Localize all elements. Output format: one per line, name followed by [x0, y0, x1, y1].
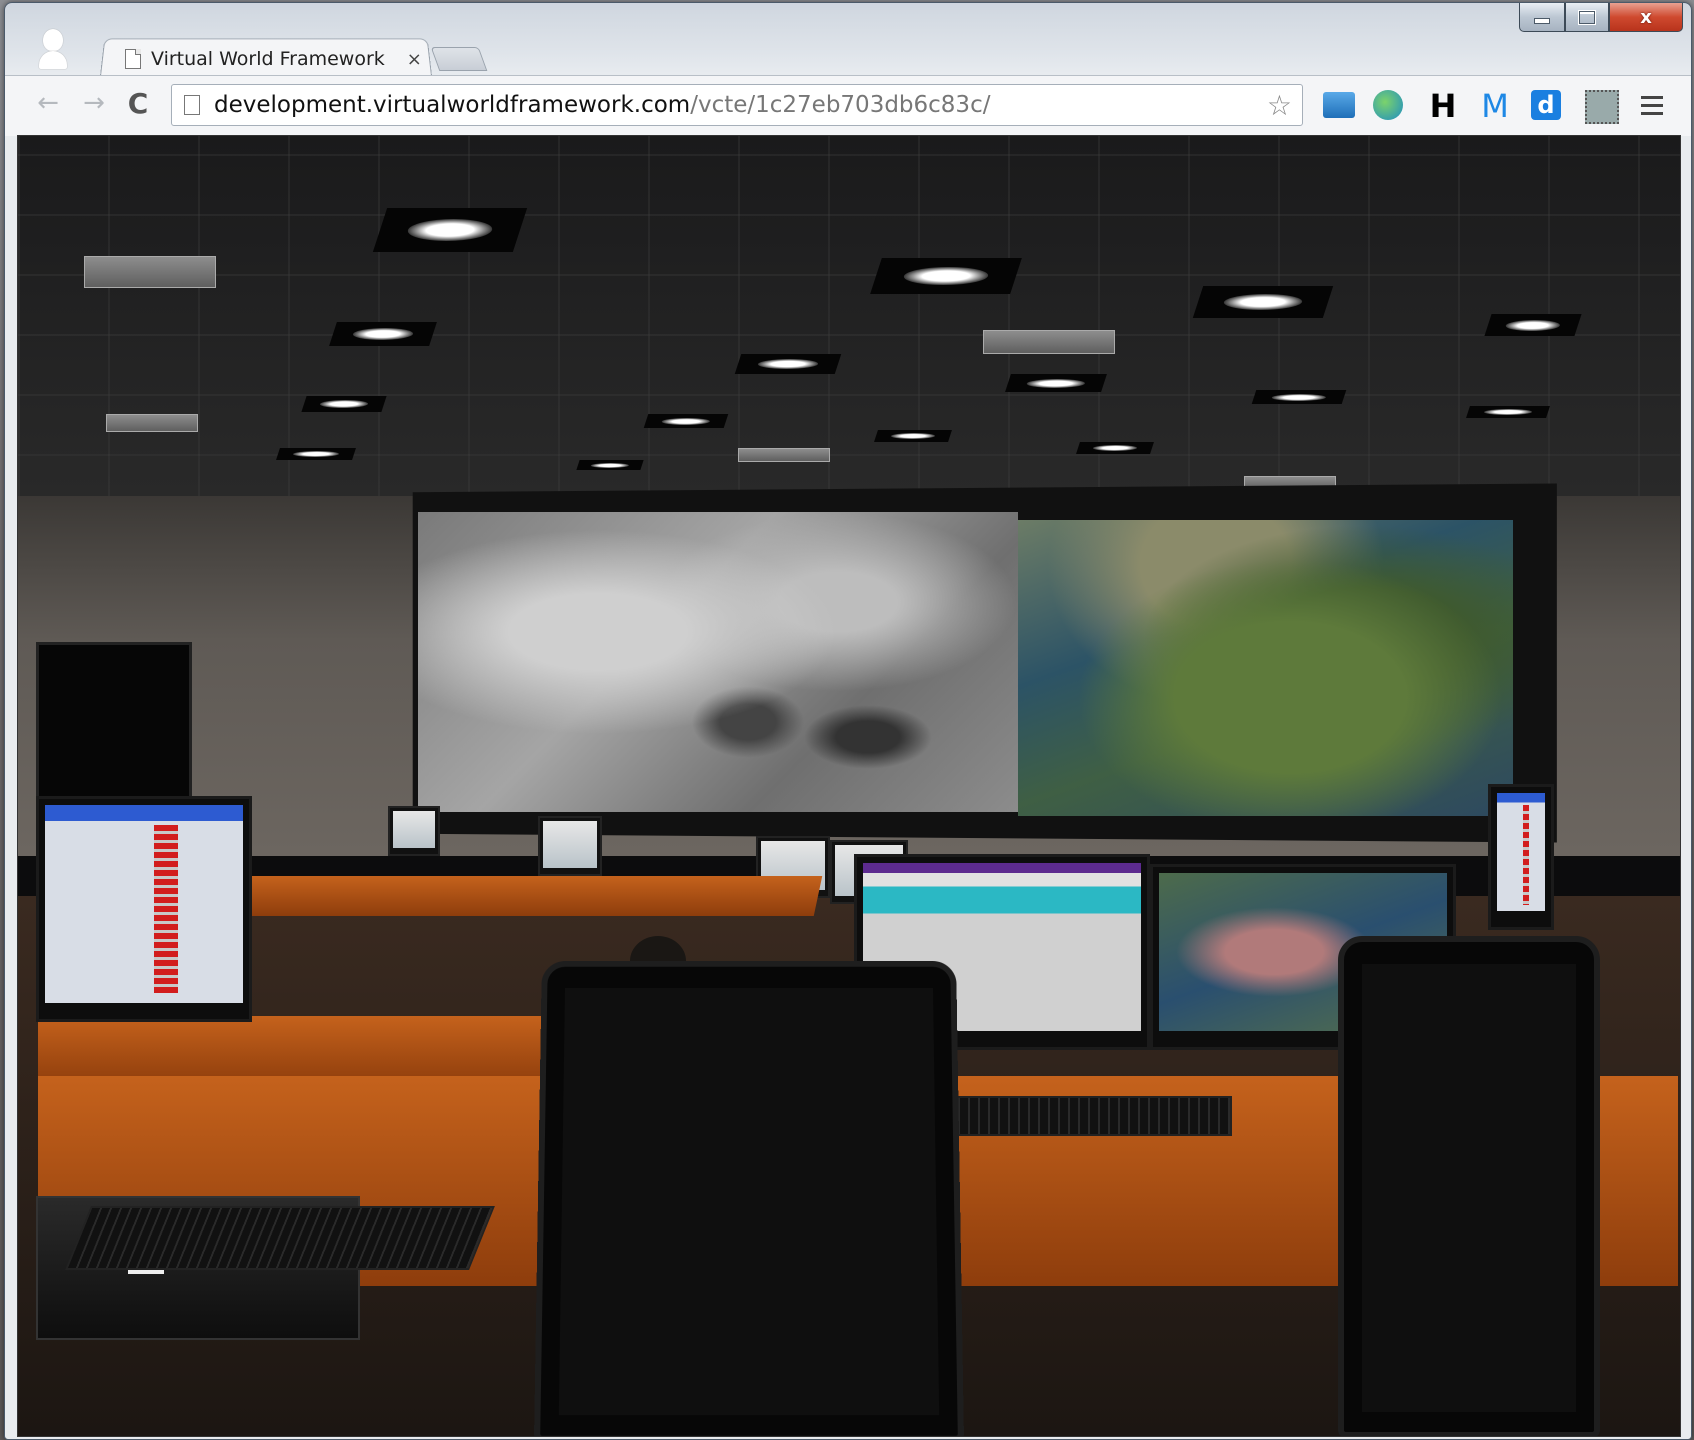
ceiling-light — [301, 396, 387, 412]
page-icon — [125, 49, 141, 69]
ceiling-vent — [983, 330, 1115, 354]
far-right-monitor — [1488, 784, 1554, 930]
ceiling-light — [329, 322, 437, 346]
close-window-button[interactable]: x — [1609, 3, 1683, 32]
ceiling-light — [1251, 390, 1347, 404]
url-path: /vcte/1c27eb703db6c83c/ — [690, 92, 991, 118]
ceiling-light — [1484, 314, 1582, 336]
forward-button[interactable]: → — [77, 88, 111, 118]
background-monitor — [538, 816, 602, 876]
d-extension-icon[interactable]: d — [1531, 90, 1561, 120]
reload-button[interactable]: C — [121, 86, 155, 120]
h-extension-icon[interactable]: H — [1425, 87, 1461, 125]
ceiling-light — [276, 448, 356, 460]
menu-icon[interactable] — [1641, 96, 1663, 120]
back-desk — [193, 876, 823, 916]
left-monitor — [36, 796, 252, 1022]
m-extension-icon[interactable]: M — [1477, 87, 1513, 125]
ceiling-light — [734, 354, 842, 374]
video-wall-grayscale-feed — [418, 512, 1018, 812]
background-monitor — [388, 806, 440, 856]
page-icon — [184, 95, 200, 115]
back-arrow-icon: ← — [37, 88, 59, 118]
tab-close-icon[interactable]: × — [407, 49, 422, 70]
ceiling-grid — [18, 136, 1680, 516]
keyboard — [65, 1206, 495, 1270]
ceiling-light — [1005, 374, 1107, 392]
close-icon: x — [1640, 6, 1652, 28]
evernote-extension-icon[interactable] — [1585, 90, 1619, 124]
ceiling-light — [576, 460, 644, 470]
ceiling-light — [870, 258, 1022, 294]
screenshot-extension-icon[interactable] — [1323, 92, 1355, 118]
globe-extension-icon[interactable] — [1373, 90, 1403, 120]
ceiling-vent — [84, 256, 216, 288]
office-chair-front — [533, 960, 965, 1436]
maximize-button[interactable] — [1565, 3, 1609, 32]
office-chair-right — [1338, 936, 1600, 1436]
ceiling-light — [643, 414, 729, 428]
reload-icon: C — [127, 86, 149, 120]
3d-scene-viewport[interactable] — [17, 135, 1681, 1437]
ceiling-light — [372, 208, 528, 252]
browser-toolbar: ← → C development.virtualworldframework.… — [5, 75, 1691, 136]
tab-content: Virtual World Framework × — [125, 43, 425, 75]
ceiling-vent — [738, 448, 830, 462]
tab-title: Virtual World Framework — [151, 48, 385, 70]
browser-window: x Virtual World Framework × ← → C develo… — [4, 2, 1692, 1440]
url-host: development.virtualworldframework.com — [214, 92, 691, 118]
maximize-icon — [1579, 10, 1595, 24]
forward-arrow-icon: → — [83, 88, 105, 118]
ceiling-light — [874, 430, 952, 442]
minimize-icon — [1534, 18, 1550, 24]
ceiling-light — [1192, 286, 1334, 318]
minimize-button[interactable] — [1519, 3, 1565, 32]
dark-doorway — [36, 642, 192, 808]
video-wall-aerial-map — [1018, 520, 1513, 816]
ceiling-vent — [106, 414, 198, 432]
keyboard — [938, 1096, 1232, 1136]
new-tab-button[interactable] — [430, 47, 488, 71]
window-controls: x — [1519, 3, 1683, 32]
ceiling-light — [1076, 442, 1154, 454]
back-button[interactable]: ← — [31, 88, 65, 118]
address-bar[interactable]: development.virtualworldframework.com/vc… — [171, 84, 1303, 126]
profile-avatar-icon[interactable] — [35, 25, 69, 69]
bookmark-star-icon[interactable]: ☆ — [1267, 89, 1292, 122]
ceiling-light — [1466, 406, 1550, 418]
